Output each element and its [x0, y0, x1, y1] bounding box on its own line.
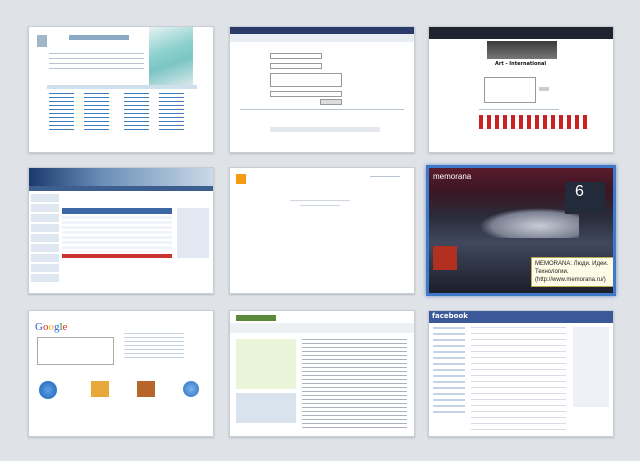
site-thumbnail-selected[interactable]: memorana 6 MEMORANA: Люди. Идеи. Техноло…	[426, 165, 616, 296]
news-feed	[471, 327, 566, 431]
side-banner	[433, 246, 457, 270]
site-header	[69, 35, 129, 40]
globe-icon	[39, 381, 57, 399]
form-field	[270, 73, 342, 87]
link-list	[124, 93, 149, 133]
right-column	[573, 327, 609, 407]
site-thumbnail[interactable]	[229, 310, 415, 437]
text-area	[37, 337, 114, 365]
panel-header	[62, 208, 172, 214]
nav-bar	[230, 34, 414, 42]
site-thumbnail[interactable]	[28, 26, 214, 153]
toolbox-icon	[137, 381, 155, 397]
site-thumbnail[interactable]: facebook	[428, 310, 614, 437]
hero-image	[479, 208, 579, 238]
box-icon	[91, 381, 109, 397]
link-list	[84, 93, 109, 133]
text-block	[124, 333, 184, 359]
promo-number: 6	[575, 183, 584, 200]
right-panel	[177, 208, 209, 258]
site-logo	[236, 174, 246, 184]
google-logo: Google	[35, 321, 68, 333]
promo-box	[565, 182, 605, 214]
link-list	[49, 93, 74, 133]
form-field	[270, 53, 322, 59]
site-logo: facebook	[432, 312, 468, 320]
form-field	[270, 63, 322, 69]
site-thumbnail[interactable]: Google	[28, 310, 214, 437]
hero-image	[149, 27, 193, 87]
sidebar	[31, 194, 59, 284]
left-nav	[433, 327, 465, 417]
link-list	[159, 93, 184, 133]
article-text	[302, 339, 407, 431]
site-logo	[236, 315, 276, 321]
nav-bar	[29, 186, 213, 191]
site-thumbnail[interactable]	[28, 167, 214, 294]
header-banner	[29, 168, 213, 186]
site-logo: memorana	[433, 172, 472, 181]
thumbnail-grid: Art - International memorana 6 MEMORANA:…	[0, 0, 640, 461]
earth-icon	[183, 381, 199, 397]
top-bar	[429, 27, 613, 39]
side-menu	[236, 393, 296, 423]
site-title: Art - International	[495, 61, 547, 67]
site-logo	[37, 35, 47, 47]
submit-button	[320, 99, 342, 105]
footer-bar	[270, 127, 380, 132]
news-box	[236, 339, 296, 389]
site-thumbnail[interactable]: Art - International	[428, 26, 614, 153]
form-box	[484, 77, 536, 103]
highlight-bar	[62, 254, 172, 258]
site-logo	[487, 41, 557, 59]
link-row	[479, 115, 589, 129]
button	[539, 87, 549, 91]
site-thumbnail[interactable]	[229, 26, 415, 153]
site-thumbnail[interactable]	[229, 167, 415, 294]
section-bar	[47, 85, 197, 89]
toolbar	[230, 323, 414, 333]
panel-body	[62, 216, 172, 250]
tooltip-caption: MEMORANA: Люди. Идеи. Технологии. (http:…	[531, 257, 613, 287]
form-field	[270, 91, 342, 97]
top-bar	[230, 27, 414, 34]
